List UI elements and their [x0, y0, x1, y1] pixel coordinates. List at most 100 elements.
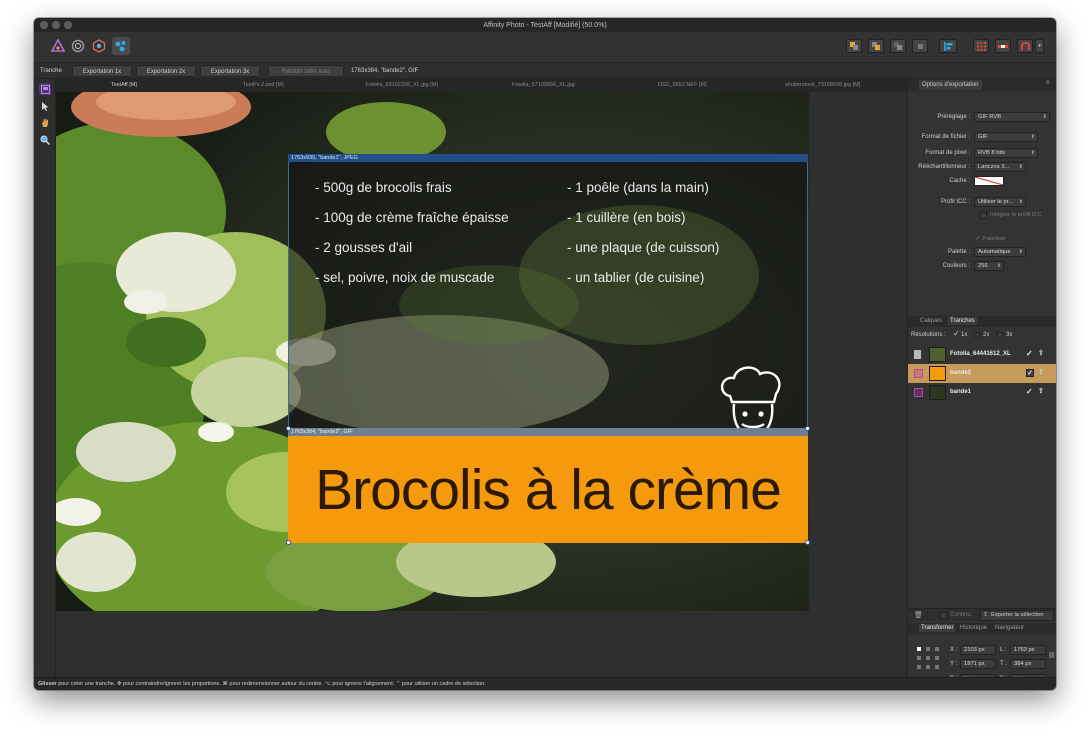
layers-panel-header: Calques Tranches [908, 316, 1056, 327]
res-2x-checkbox[interactable] [974, 332, 980, 338]
continuous-checkbox[interactable] [940, 612, 947, 619]
layer-row-fotolia[interactable]: Fotolia_64441612_XL ✓ ⇪ [908, 345, 1056, 364]
slices-footer: 🗑 Continu ⇪ Exporter la sélection [908, 608, 1056, 621]
doc-tab[interactable]: TestPs 2.psd [M] [243, 82, 284, 88]
y-field[interactable]: 1871 px [960, 659, 996, 669]
doc-tab[interactable]: DSC_0652.NEF [M] [658, 82, 707, 88]
export-2x-button[interactable]: Exportation 2x [136, 65, 196, 77]
tab-slices[interactable]: Tranches [948, 317, 977, 325]
slice-handle-bottom-left[interactable] [286, 540, 291, 545]
w-field[interactable]: 1763 px [1010, 645, 1046, 655]
tab-navigator[interactable]: Navigateur [995, 625, 1024, 631]
h-label: T : [1000, 661, 1007, 667]
doc-tab[interactable]: shutterstock_73166606.jpg [M] [785, 82, 860, 88]
matte-color-swatch[interactable] [974, 176, 1004, 186]
slice-handle-bottom-right[interactable] [805, 540, 810, 545]
export-1x-button[interactable]: Exportation 1x [72, 65, 132, 77]
status-bar: Glisser pour créer une tranche. ✥ pour c… [34, 677, 1056, 690]
resampler-select[interactable]: Lanczos 3... ⬍ [974, 162, 1026, 172]
panel-menu-icon[interactable]: ≡ [1046, 80, 1050, 86]
move-tool-icon[interactable] [39, 100, 51, 112]
h-field[interactable]: 384 px [1010, 659, 1046, 669]
colours-select[interactable]: 256 ⬍ [974, 261, 1004, 271]
x-field[interactable]: 2103 px [960, 645, 996, 655]
doc-tab[interactable]: TestAff [M] [111, 82, 137, 88]
tab-history[interactable]: Historique [960, 625, 987, 631]
palette-select[interactable]: Automatique ⬍ [974, 247, 1026, 257]
develop-persona-icon[interactable] [90, 37, 108, 55]
pixel-format-label: Format de pixel : [925, 150, 970, 156]
chevron-icon: ⬍ [1030, 150, 1035, 156]
x-label: X : [950, 647, 958, 653]
recipe-title: Brocolis à la crème [315, 457, 782, 522]
photo-persona-icon[interactable] [49, 37, 67, 55]
include-checkbox[interactable]: ✓ [1026, 369, 1034, 377]
slice-handle-top-right[interactable] [805, 426, 810, 431]
liquify-persona-icon[interactable] [69, 37, 87, 55]
embed-icc-label: Intégrer le profil ICC [990, 212, 1042, 218]
tab-layers[interactable]: Calques [920, 318, 942, 324]
arrange-forward-icon[interactable] [912, 39, 928, 53]
document-icon [914, 350, 921, 359]
canvas-area[interactable]: 1763x930, "bande1", JPEG - 500g de broco… [56, 92, 907, 677]
res-3x-checkbox[interactable] [997, 332, 1003, 338]
matte-label: Cache : [949, 178, 970, 184]
res-1x-checkbox[interactable]: ✓ [953, 329, 960, 338]
export-share-icon[interactable]: ⇪ [1038, 387, 1044, 395]
snapping-options-chevron-down-icon[interactable]: ▾ [1035, 39, 1044, 53]
palettise-checkbox[interactable]: ✓ [975, 234, 981, 242]
export-selection-button[interactable]: ⇪ Exporter la sélection [980, 610, 1054, 621]
tab-export-options[interactable]: Options d'exportation [919, 80, 982, 90]
layer-row-bande2[interactable]: bande2 ✓ ⇪ [908, 364, 1056, 383]
status-bold-hint: Glisser [38, 681, 57, 687]
icc-profile-select[interactable]: Utiliser le pr... ⬍ [974, 197, 1026, 207]
document-tabs: TestAff [M] TestPs 2.psd [M] Fotolia_691… [56, 79, 907, 92]
layer-name: bande1 [950, 389, 972, 395]
minimize-window-button[interactable] [52, 21, 60, 29]
include-checkbox[interactable]: ✓ [1026, 349, 1033, 358]
reset-auto-size-button[interactable]: Rétablir taille auto [268, 65, 344, 77]
file-format-select[interactable]: GIF ⬍ [974, 132, 1038, 142]
w-label: L : [1000, 647, 1007, 653]
anchor-point-selector-icon[interactable] [916, 646, 940, 670]
chevron-icon: ⬍ [996, 263, 1001, 269]
export-3x-button[interactable]: Exportation 3x [200, 65, 260, 77]
export-persona-icon[interactable] [112, 37, 130, 55]
slice-handle-top-left[interactable] [286, 426, 291, 431]
preset-select[interactable]: GIF RVB ⬍ [974, 112, 1050, 122]
file-format-label: Format de fichier : [921, 134, 970, 140]
preset-label: Préréglage : [937, 114, 970, 120]
arrange-back-icon[interactable] [846, 39, 862, 53]
doc-tab[interactable]: Fotolia_69162209_XL.jpg [M] [366, 82, 438, 88]
pixel-format-select[interactable]: RVB 8 bits ⬍ [974, 148, 1038, 158]
continuous-label: Continu [950, 612, 971, 618]
ingredient-left-2: - 100g de crème fraîche épaisse [315, 210, 509, 225]
embed-icc-checkbox[interactable] [980, 212, 987, 219]
export-share-icon[interactable]: ⇪ [1038, 368, 1044, 376]
title-bar: Affinity Photo - TestAff [Modifié] (50.0… [34, 18, 1056, 32]
align-icon[interactable] [939, 39, 957, 53]
hand-tool-icon[interactable] [39, 117, 51, 129]
arrange-backward-icon[interactable] [890, 39, 906, 53]
arrange-front-icon[interactable] [868, 39, 884, 53]
snapping-magnet-icon[interactable] [1017, 39, 1033, 53]
zoom-window-button[interactable] [64, 21, 72, 29]
app-window: Affinity Photo - TestAff [Modifié] (50.0… [34, 18, 1056, 690]
context-toolbar: Tranche Exportation 1x Exportation 2x Ex… [34, 63, 1056, 79]
grid-icon[interactable] [973, 39, 989, 53]
link-icon[interactable]: ⛓ [1048, 652, 1056, 659]
snapping-guides-icon[interactable] [995, 39, 1011, 53]
export-share-icon[interactable]: ⇪ [1038, 349, 1044, 357]
right-panel: Options d'exportation ≡ Préréglage : GIF… [907, 79, 1056, 684]
doc-tab[interactable]: Fotolia_57103666_XL.jpg [512, 82, 575, 88]
layer-name: Fotolia_64441612_XL [950, 351, 1011, 357]
slice-bande2[interactable]: Brocolis à la crème [288, 436, 808, 543]
include-checkbox[interactable]: ✓ [1026, 387, 1033, 396]
selection-info: 1763x384, "bande2", GIF [351, 68, 419, 74]
zoom-tool-icon[interactable] [39, 134, 51, 146]
close-window-button[interactable] [40, 21, 48, 29]
trash-icon[interactable]: 🗑 [914, 611, 923, 619]
tab-transform[interactable]: Transformer [919, 624, 956, 632]
layer-row-bande1[interactable]: bande1 ✓ ⇪ [908, 383, 1056, 402]
slice-tool-icon[interactable] [39, 83, 51, 95]
